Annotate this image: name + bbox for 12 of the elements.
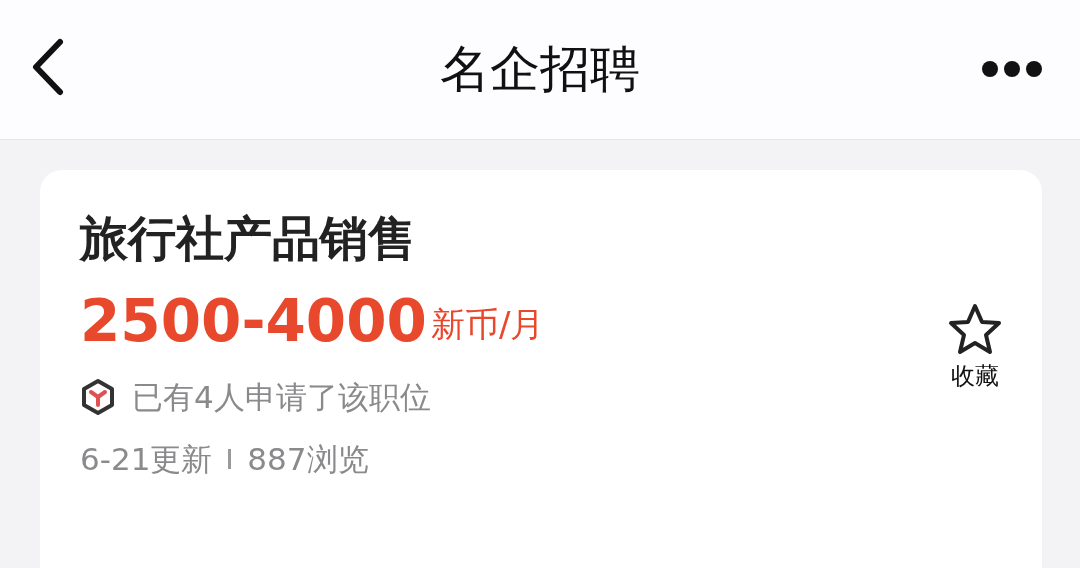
back-button[interactable] — [30, 38, 64, 96]
applicant-count: 已有4人申请了该职位 — [132, 377, 431, 417]
salary-unit: 新币/月 — [430, 302, 545, 346]
favorite-button[interactable]: 收藏 — [946, 302, 1004, 394]
salary-range: 2500-4000 — [80, 291, 427, 350]
view-count: 887浏览 — [247, 440, 369, 480]
update-date: 6-21更新 — [80, 440, 213, 480]
page-title: 名企招聘 — [440, 39, 640, 100]
cube-icon — [80, 377, 116, 416]
job-title: 旅行社产品销售 — [80, 210, 417, 268]
more-icon — [980, 58, 1044, 79]
back-icon — [30, 38, 64, 96]
